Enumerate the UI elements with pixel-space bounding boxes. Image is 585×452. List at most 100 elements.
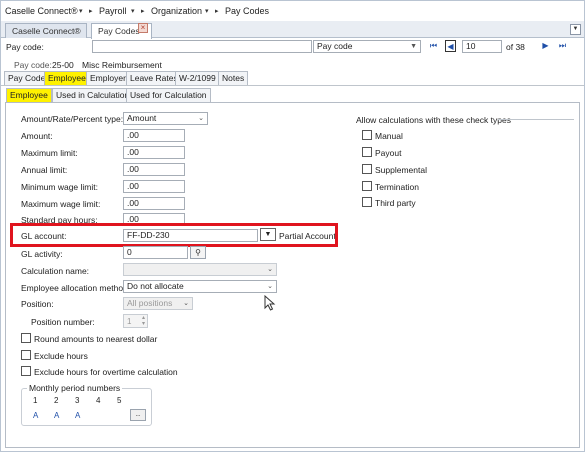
calculation-name-label: Calculation name: xyxy=(21,266,90,276)
breadcrumb-item-pay-codes[interactable]: Pay Codes xyxy=(225,6,269,16)
chevron-down-icon[interactable]: ▾ xyxy=(131,7,135,15)
tab-w2-1099[interactable]: W-2/1099 xyxy=(175,71,220,85)
period-number: 1 xyxy=(33,396,38,405)
chevron-right-icon: ▸ xyxy=(141,8,145,15)
manual-label: Manual xyxy=(375,131,403,141)
tab-leave-rates[interactable]: Leave Rates xyxy=(126,71,182,85)
amount-label: Amount: xyxy=(21,131,53,141)
close-icon[interactable]: × xyxy=(138,23,148,33)
tab-list-dropdown-icon[interactable]: ▼ xyxy=(570,24,581,35)
min-wage-limit-field[interactable]: .00 xyxy=(123,180,185,193)
group-divider xyxy=(498,119,574,120)
last-record-icon[interactable]: ⏭ xyxy=(557,40,568,52)
period-number: 2 xyxy=(54,396,59,405)
round-amounts-checkbox[interactable] xyxy=(21,333,31,343)
more-periods-button[interactable]: .. xyxy=(130,409,146,421)
previous-record-icon[interactable]: ◀ xyxy=(445,40,456,52)
chevron-down-icon: ▼ xyxy=(410,43,417,50)
chevron-down-icon: ⌄ xyxy=(183,300,189,307)
manual-checkbox[interactable] xyxy=(362,130,372,140)
stepper-arrows-icon: ▴ ▾ xyxy=(141,315,145,327)
lookup-by-select[interactable]: Pay code ▼ xyxy=(313,40,421,53)
exclude-ot-checkbox[interactable] xyxy=(21,366,31,376)
calculation-name-select[interactable]: ⌄ xyxy=(123,263,277,276)
chevron-down-icon: ⌄ xyxy=(267,266,273,273)
lookup-by-value: Pay code xyxy=(317,41,353,51)
breadcrumb-item-payroll[interactable]: Payroll xyxy=(99,6,127,16)
chevron-down-icon[interactable]: ▾ xyxy=(79,7,83,15)
position-label: Position: xyxy=(21,299,54,309)
emp-allocation-select[interactable]: Do not allocate ⌄ xyxy=(123,280,277,293)
third-party-label: Third party xyxy=(375,198,416,208)
sub-tabs: Employee Used in Calculations Used for C… xyxy=(6,88,582,102)
min-wage-limit-label: Minimum wage limit: xyxy=(21,182,98,192)
monthly-period-title: Monthly period numbers xyxy=(27,383,123,393)
allow-calculations-title: Allow calculations with these check type… xyxy=(356,115,511,125)
pay-code-description: Misc Reimbursement xyxy=(82,60,162,70)
first-record-icon[interactable]: ⏮ xyxy=(428,40,439,52)
period-value-link[interactable]: A xyxy=(54,411,59,420)
max-limit-field[interactable]: .00 xyxy=(123,146,185,159)
period-value-link[interactable]: A xyxy=(33,411,38,420)
chevron-down-icon: ⌄ xyxy=(267,283,273,290)
third-party-checkbox[interactable] xyxy=(362,197,372,207)
exclude-hours-checkbox[interactable] xyxy=(21,350,31,360)
position-value: All positions xyxy=(127,298,173,308)
pay-code-search-input[interactable] xyxy=(92,40,312,53)
chevron-down-icon: ⌄ xyxy=(198,115,204,122)
annual-limit-label: Annual limit: xyxy=(21,165,68,175)
pay-code-label: Pay code: xyxy=(14,60,52,70)
annual-limit-field[interactable]: .00 xyxy=(123,163,185,176)
max-wage-limit-label: Maximum wage limit: xyxy=(21,199,101,209)
amount-field[interactable]: .00 xyxy=(123,129,185,142)
breadcrumb-item-caselle[interactable]: Caselle Connect® xyxy=(5,6,78,16)
gl-activity-label: GL activity: xyxy=(21,249,63,259)
position-number-stepper[interactable]: 1 ▴ ▾ xyxy=(123,314,148,328)
tab-label: Pay Codes xyxy=(98,26,140,36)
gl-activity-field[interactable]: 0 xyxy=(123,246,188,259)
period-value-link[interactable]: A xyxy=(75,411,80,420)
exclude-ot-label: Exclude hours for overtime calculation xyxy=(34,367,178,377)
tab-notes[interactable]: Notes xyxy=(218,71,249,85)
tab-employer[interactable]: Employer xyxy=(86,71,130,85)
breadcrumb: Caselle Connect® ▾ ▸ Payroll ▾ ▸ Organiz… xyxy=(1,1,584,21)
pay-code-value: 25-00 xyxy=(52,60,74,70)
binoculars-icon[interactable]: ⚲ xyxy=(190,246,206,259)
main-tabs: Pay Code Employee Employer Leave Rates W… xyxy=(4,71,584,85)
breadcrumb-item-organization[interactable]: Organization xyxy=(151,6,202,16)
record-total: of 38 xyxy=(506,42,525,52)
termination-label: Termination xyxy=(375,182,419,192)
record-number-input[interactable]: 10 xyxy=(462,40,502,53)
emp-allocation-label: Employee allocation method: xyxy=(21,283,131,293)
tab-used-for-calculation[interactable]: Used for Calculation xyxy=(126,88,211,102)
position-select[interactable]: All positions ⌄ xyxy=(123,297,193,310)
annotation-highlight-box xyxy=(10,223,338,247)
next-record-icon[interactable]: ▶ xyxy=(540,40,551,52)
supplemental-checkbox[interactable] xyxy=(362,164,372,174)
chevron-right-icon: ▸ xyxy=(89,8,93,15)
period-number: 5 xyxy=(117,396,122,405)
tab-employee[interactable]: Employee xyxy=(44,71,90,85)
amount-type-value: Amount xyxy=(127,113,157,123)
payout-label: Payout xyxy=(375,148,402,158)
position-number-label: Position number: xyxy=(31,317,95,327)
chevron-down-icon[interactable]: ▾ xyxy=(205,7,209,15)
termination-checkbox[interactable] xyxy=(362,181,372,191)
max-limit-label: Maximum limit: xyxy=(21,148,78,158)
payout-checkbox[interactable] xyxy=(362,147,372,157)
amount-type-label: Amount/Rate/Percent type: xyxy=(21,114,124,124)
period-number: 3 xyxy=(75,396,80,405)
max-wage-limit-field[interactable]: .00 xyxy=(123,197,185,210)
divider xyxy=(1,85,584,86)
tab-used-in-calculations[interactable]: Used in Calculations xyxy=(52,88,138,102)
period-number: 4 xyxy=(96,396,101,405)
search-label: Pay code: xyxy=(6,42,44,52)
amount-type-select[interactable]: Amount ⌄ xyxy=(123,112,208,125)
emp-allocation-value: Do not allocate xyxy=(127,281,184,291)
tab-pay-code[interactable]: Pay Code xyxy=(4,71,50,85)
tab-caselle-connect[interactable]: Caselle Connect® xyxy=(5,23,87,38)
document-tab-bar: Caselle Connect® Pay Codes × xyxy=(1,21,584,39)
supplemental-label: Supplemental xyxy=(375,165,427,175)
tab-employee-sub[interactable]: Employee xyxy=(6,88,52,102)
chevron-right-icon: ▸ xyxy=(215,8,219,15)
